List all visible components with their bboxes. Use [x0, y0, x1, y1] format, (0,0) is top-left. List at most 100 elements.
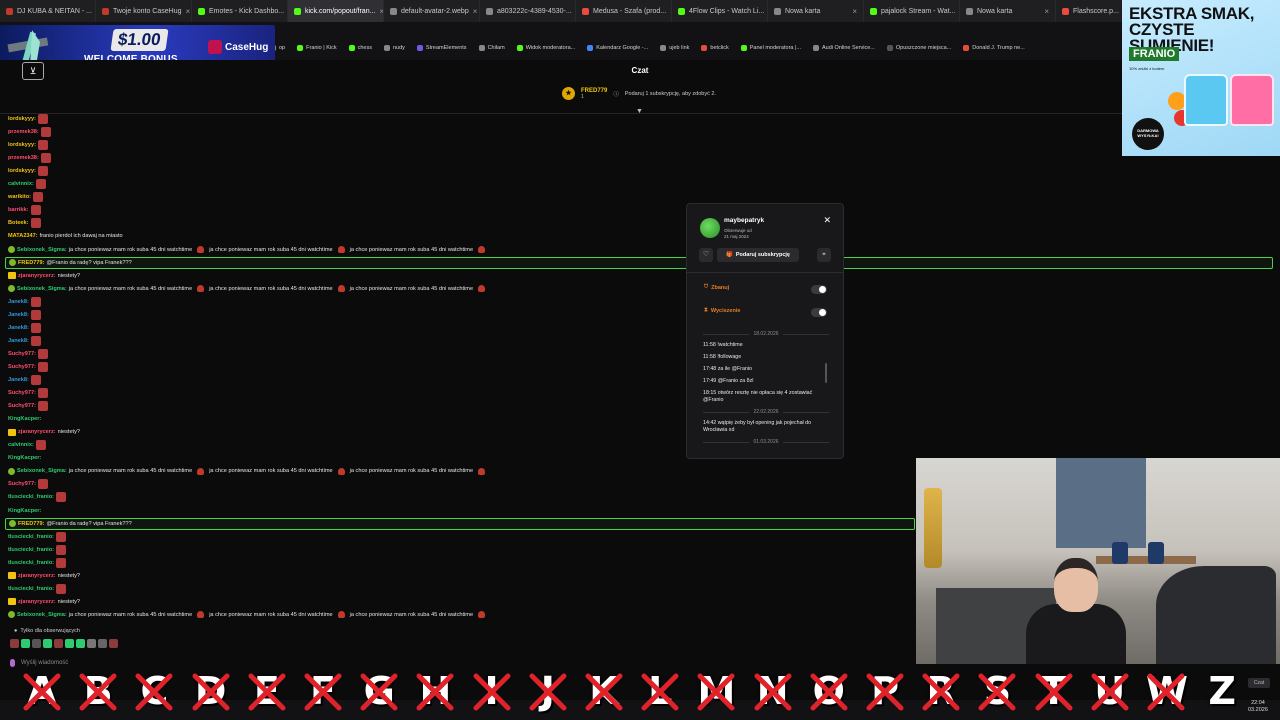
- bookmark-item[interactable]: Chilam: [478, 45, 505, 51]
- chat-username[interactable]: Suchy977:: [8, 390, 36, 396]
- bookmark-item[interactable]: StreamElements: [416, 45, 467, 51]
- chat-message[interactable]: Janek8:: [8, 335, 41, 347]
- chat-username[interactable]: FRED779:: [18, 260, 44, 266]
- emote-icon[interactable]: [65, 639, 74, 648]
- chat-message[interactable]: Sebixonek_Sigma: ja chce poniewaz mam ro…: [8, 283, 488, 295]
- emote-icon[interactable]: [54, 639, 63, 648]
- chat-message[interactable]: lordskyyy:: [8, 139, 48, 151]
- chevron-down-icon[interactable]: ▼: [636, 108, 643, 115]
- chat-message[interactable]: Suchy977:: [8, 361, 48, 373]
- bookmark-item[interactable]: nudy: [383, 45, 405, 51]
- chat-username[interactable]: calvinnix:: [8, 442, 34, 448]
- heart-icon[interactable]: ♡: [699, 248, 713, 262]
- browser-tab[interactable]: Twoje konto CaseHug ×: [96, 0, 192, 22]
- chat-username[interactable]: KingKacper:: [8, 508, 41, 514]
- chat-message[interactable]: Janek8:: [8, 374, 41, 386]
- chat-message[interactable]: calvinnix:: [8, 439, 46, 451]
- emote-icon[interactable]: [43, 639, 52, 648]
- chat-message[interactable]: tlusciecki_franio:: [8, 544, 67, 556]
- emote-icon[interactable]: [76, 639, 85, 648]
- chat-message[interactable]: zjaranyrycerz: niestety?: [8, 426, 80, 438]
- bookmark-item[interactable]: Kalendarz Google -...: [587, 45, 648, 51]
- chat-username[interactable]: MATA2347:: [8, 233, 38, 239]
- ban-toggle[interactable]: [811, 285, 827, 294]
- close-icon[interactable]: ×: [852, 7, 857, 16]
- chat-username[interactable]: Suchy977:: [8, 351, 36, 357]
- close-icon[interactable]: ×: [1044, 7, 1049, 16]
- chat-username[interactable]: warikito:: [8, 194, 31, 200]
- chat-message[interactable]: calvinnix:: [8, 178, 46, 190]
- chat-username[interactable]: Janek8:: [8, 312, 29, 318]
- microphone-icon[interactable]: [10, 658, 15, 667]
- chat-message[interactable]: Suchy977:: [8, 387, 48, 399]
- bookmark-item[interactable]: Panel moderatora |...: [740, 45, 801, 51]
- chat-message[interactable]: MATA2347: franio pierdol ich dawaj na mi…: [8, 230, 123, 242]
- chat-message[interactable]: Sebixonek_Sigma: ja chce poniewaz mam ro…: [8, 244, 488, 256]
- message-input[interactable]: Wyślij wiadomość: [10, 655, 910, 670]
- chat-username[interactable]: Sebixonek_Sigma:: [17, 468, 67, 474]
- popup-username[interactable]: maybepatryk: [724, 217, 764, 224]
- chat-message[interactable]: KingKacper:: [8, 505, 41, 517]
- chat-username[interactable]: FRED779:: [18, 521, 44, 527]
- chat-username[interactable]: tlusciecki_franio:: [8, 586, 54, 592]
- bookmark-item[interactable]: Franio | Kick: [297, 45, 337, 51]
- chat-username[interactable]: Janek8:: [8, 338, 29, 344]
- chat-message[interactable]: Suchy977:: [8, 478, 48, 490]
- browser-tab[interactable]: 4Flow Clips - Watch Li...×: [672, 0, 768, 22]
- browser-tab[interactable]: Nowa karta ×: [960, 0, 1056, 22]
- browser-tab[interactable]: default-avatar-2.webp ×: [384, 0, 480, 22]
- browser-tab[interactable]: Nowa karta ×: [768, 0, 864, 22]
- chat-username[interactable]: barrikk:: [8, 207, 29, 213]
- chat-message[interactable]: Janek8:: [8, 322, 41, 334]
- pinned-gift-message[interactable]: ★ FRED779 1 ⓘ Podaruj 1 subskrypcję, aby…: [562, 87, 716, 100]
- chat-username[interactable]: zjaranyrycerz:: [18, 273, 56, 279]
- chat-username[interactable]: lordskyyy:: [8, 116, 36, 122]
- chat-message[interactable]: zjaranyrycerz: niestety?: [8, 270, 80, 282]
- chat-username[interactable]: zjaranyrycerz:: [18, 429, 56, 435]
- emote-icon[interactable]: [87, 639, 96, 648]
- browser-tab[interactable]: DJ KUBA & NEITAN - ...×: [0, 0, 96, 22]
- chat-message[interactable]: zjaranyrycerz: niestety?: [8, 570, 80, 582]
- bookmark-item[interactable]: chess: [348, 45, 372, 51]
- chat-username[interactable]: Janek8:: [8, 325, 29, 331]
- chat-message[interactable]: Suchy977:: [8, 348, 48, 360]
- emote-icon[interactable]: [98, 639, 107, 648]
- chat-message[interactable]: FRED779: @Franio da radę? vipa Franek???: [5, 517, 915, 530]
- chat-username[interactable]: Sebixonek_Sigma:: [17, 286, 67, 292]
- bookmark-item[interactable]: betclick: [701, 45, 729, 51]
- chat-username[interactable]: Suchy977:: [8, 364, 36, 370]
- chat-username[interactable]: Suchy977:: [8, 403, 36, 409]
- bookmark-item[interactable]: Opuszczone miejsca...: [886, 45, 951, 51]
- chat-username[interactable]: tlusciecki_franio:: [8, 547, 54, 553]
- close-icon[interactable]: ×: [473, 7, 478, 16]
- emote-quickbar[interactable]: [10, 639, 118, 648]
- chat-message[interactable]: lordskyyy:: [8, 165, 48, 177]
- chat-username[interactable]: tlusciecki_franio:: [8, 560, 54, 566]
- mute-toggle[interactable]: [811, 308, 827, 317]
- chat-message[interactable]: tlusciecki_franio:: [8, 531, 67, 543]
- chat-message[interactable]: tlusciecki_franio:: [8, 583, 67, 595]
- chat-username[interactable]: lordskyyy:: [8, 168, 36, 174]
- system-clock[interactable]: 22:04 03.2026: [1248, 700, 1268, 714]
- chat-message[interactable]: Suchy977:: [8, 400, 48, 412]
- pin-icon[interactable]: ⌖: [817, 248, 831, 262]
- chat-username[interactable]: Sebixonek_Sigma:: [17, 612, 67, 618]
- scrollbar[interactable]: [825, 363, 827, 383]
- chat-message[interactable]: Boteek:: [8, 217, 41, 229]
- chat-message[interactable]: Sebixonek_Sigma: ja chce poniewaz mam ro…: [8, 465, 488, 477]
- chat-message[interactable]: lordskyyy:: [8, 113, 48, 125]
- chat-username[interactable]: Janek8:: [8, 377, 29, 383]
- chat-message[interactable]: KingKacper:: [8, 452, 41, 464]
- chat-message[interactable]: tlusciecki_franio:: [8, 491, 67, 503]
- chat-message[interactable]: KingKacper:: [8, 413, 41, 425]
- chat-username[interactable]: zjaranyrycerz:: [18, 599, 56, 605]
- chat-username[interactable]: Suchy977:: [8, 481, 36, 487]
- emote-icon[interactable]: [109, 639, 118, 648]
- chat-username[interactable]: Sebixonek_Sigma:: [17, 247, 67, 253]
- close-icon[interactable]: ✕: [823, 215, 831, 226]
- gift-sub-button[interactable]: 🎁 Podaruj subskrypcję: [717, 248, 799, 262]
- chat-username[interactable]: calvinnix:: [8, 181, 34, 187]
- chat-message[interactable]: Janek8:: [8, 296, 41, 308]
- browser-tab[interactable]: a803222c-4389-4530-...×: [480, 0, 576, 22]
- chat-username[interactable]: przemek38:: [8, 155, 39, 161]
